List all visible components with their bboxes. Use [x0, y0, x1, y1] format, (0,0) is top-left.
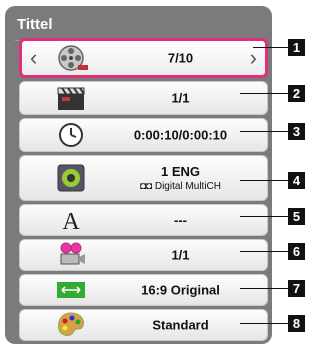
row-value: 16:9 Original	[141, 282, 220, 298]
subtitle-letter-icon: A	[54, 205, 88, 235]
row-value: 1/1	[171, 90, 190, 106]
callout-leader-6	[240, 251, 288, 252]
clock-icon	[54, 120, 88, 150]
callout-badge-6: 6	[288, 243, 305, 260]
osd-row-chapter[interactable]: 1/1	[19, 81, 268, 115]
row-subvalue: ◘◘ Digital MultiCH	[140, 181, 221, 192]
aspect-ratio-icon	[54, 275, 88, 305]
osd-row-title-number[interactable]: ‹ 7/10 ›	[19, 38, 268, 78]
callout-leader-2	[240, 93, 288, 94]
callout-leader-4	[240, 180, 288, 181]
osd-row-angle[interactable]: 1/1	[19, 239, 268, 271]
row-value: 1 ENG	[160, 164, 200, 179]
osd-row-picture-mode[interactable]: Standard	[19, 309, 268, 341]
svg-text:A: A	[62, 209, 80, 235]
row-value: Standard	[152, 317, 209, 333]
osd-row-aspect-ratio[interactable]: 16:9 Original	[19, 274, 268, 306]
osd-row-subtitle[interactable]: A ---	[19, 204, 268, 236]
camera-angle-icon	[54, 240, 88, 270]
callout-leader-3	[240, 131, 288, 132]
callout-badge-5: 5	[288, 208, 305, 225]
row-value: 7/10	[167, 50, 194, 66]
callout-badge-8: 8	[288, 315, 305, 332]
callout-leader-1	[253, 47, 288, 48]
callout-badge-1: 1	[288, 39, 305, 56]
callout-leader-7	[240, 288, 288, 289]
callout-badge-4: 4	[288, 172, 305, 189]
row-value-group: 1 ENG ◘◘ Digital MultiCH	[104, 164, 257, 192]
callout-badge-2: 2	[288, 85, 305, 102]
callout-badge-7: 7	[288, 280, 305, 297]
osd-row-time[interactable]: 0:00:10/0:00:10	[19, 118, 268, 152]
clapperboard-icon	[54, 83, 88, 113]
palette-icon	[54, 310, 88, 340]
panel-title: Tittel	[17, 16, 53, 33]
on-screen-display-panel: Tittel ‹ 7/10 › 1/1 0:00:10/0:00:10 1 EN…	[5, 6, 272, 344]
row-value: ---	[174, 212, 187, 228]
callout-leader-8	[240, 323, 288, 324]
callout-badge-3: 3	[288, 123, 305, 140]
chevron-right-icon[interactable]: ›	[250, 45, 257, 71]
row-value: 1/1	[171, 247, 190, 263]
film-reel-icon	[56, 43, 90, 73]
osd-row-audio[interactable]: 1 ENG ◘◘ Digital MultiCH	[19, 155, 268, 201]
row-value: 0:00:10/0:00:10	[133, 127, 228, 143]
chevron-left-icon[interactable]: ‹	[30, 45, 37, 71]
speaker-icon	[54, 163, 88, 193]
callout-leader-5	[240, 216, 288, 217]
